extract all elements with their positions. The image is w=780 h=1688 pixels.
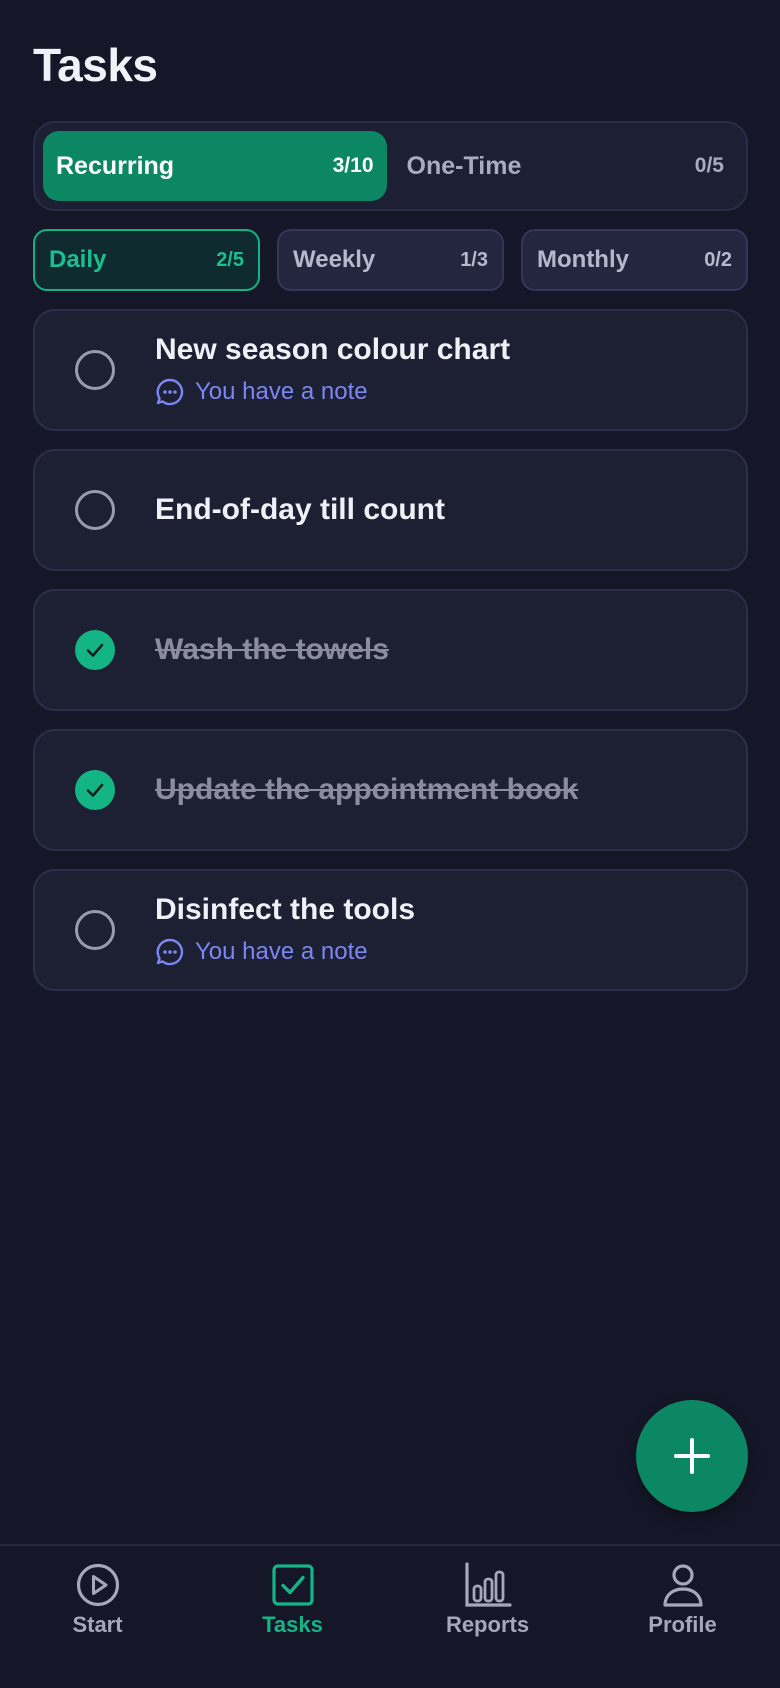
task-checkbox[interactable] (75, 490, 115, 530)
bar-chart-icon (464, 1562, 512, 1607)
segment-count: 3/10 (332, 154, 374, 177)
add-task-button[interactable] (636, 1400, 748, 1512)
task-note[interactable]: You have a note (155, 937, 726, 967)
nav-item-reports[interactable]: Reports (390, 1546, 585, 1688)
segment-count: 0/5 (694, 154, 724, 177)
task-card[interactable]: Wash the towels (33, 589, 748, 711)
bottom-nav: Start Tasks Reports Profile (0, 1544, 780, 1688)
segment-label: One-Time (406, 151, 522, 180)
segment-recurring[interactable]: Recurring 3/10 (43, 131, 387, 201)
chip-label: Weekly (293, 246, 376, 273)
nav-label: Profile (648, 1612, 717, 1637)
task-title: Update the appointment book (155, 773, 579, 806)
period-filter: Daily 2/5 Weekly 1/3 Monthly 0/2 (33, 229, 748, 291)
nav-item-start[interactable]: Start (0, 1546, 195, 1688)
task-title: Disinfect the tools (155, 893, 416, 926)
nav-label: Tasks (262, 1612, 323, 1637)
task-note[interactable]: You have a note (155, 377, 726, 407)
task-list: New season colour chart You have a note … (33, 309, 748, 1009)
task-title: New season colour chart (155, 333, 511, 366)
nav-item-profile[interactable]: Profile (585, 1546, 780, 1688)
task-card[interactable]: Disinfect the tools You have a note (33, 869, 748, 991)
checkmark-icon (86, 643, 104, 657)
chip-count: 2/5 (216, 248, 244, 271)
plus-icon (674, 1438, 710, 1474)
task-card[interactable]: New season colour chart You have a note (33, 309, 748, 431)
user-icon (662, 1564, 703, 1607)
nav-label: Start (72, 1612, 123, 1637)
nav-label: Reports (445, 1612, 530, 1637)
task-checkbox-checked[interactable] (75, 770, 115, 810)
task-checkbox[interactable] (75, 350, 115, 390)
period-chip-weekly[interactable]: Weekly 1/3 (277, 229, 504, 291)
nav-item-tasks[interactable]: Tasks (195, 1546, 390, 1688)
segment-label: Recurring (56, 151, 175, 180)
note-label: You have a note (195, 378, 368, 405)
play-circle-icon (76, 1563, 119, 1607)
segment-one-time[interactable]: One-Time 0/5 (387, 131, 739, 201)
page-title: Tasks (33, 39, 158, 91)
period-chip-daily[interactable]: Daily 2/5 (33, 229, 260, 291)
checkmark-icon (86, 783, 104, 797)
task-card[interactable]: Update the appointment book (33, 729, 748, 851)
task-type-segmented-control: Recurring 3/10 One-Time 0/5 (33, 121, 748, 211)
note-label: You have a note (195, 938, 368, 965)
task-checkbox-checked[interactable] (75, 630, 115, 670)
task-title: End-of-day till count (155, 493, 445, 526)
period-chip-monthly[interactable]: Monthly 0/2 (521, 229, 748, 291)
chip-label: Daily (49, 246, 107, 273)
chip-count: 1/3 (460, 248, 488, 271)
task-title: Wash the towels (155, 633, 389, 666)
chat-bubble-icon (156, 378, 184, 406)
task-card[interactable]: End-of-day till count (33, 449, 748, 571)
checkbox-icon (271, 1564, 314, 1606)
chip-label: Monthly (537, 246, 629, 273)
task-checkbox[interactable] (75, 910, 115, 950)
chat-bubble-icon (156, 938, 184, 966)
tasks-screen: Tasks Recurring 3/10 One-Time 0/5 Daily … (0, 0, 780, 1688)
chip-count: 0/2 (704, 248, 732, 271)
